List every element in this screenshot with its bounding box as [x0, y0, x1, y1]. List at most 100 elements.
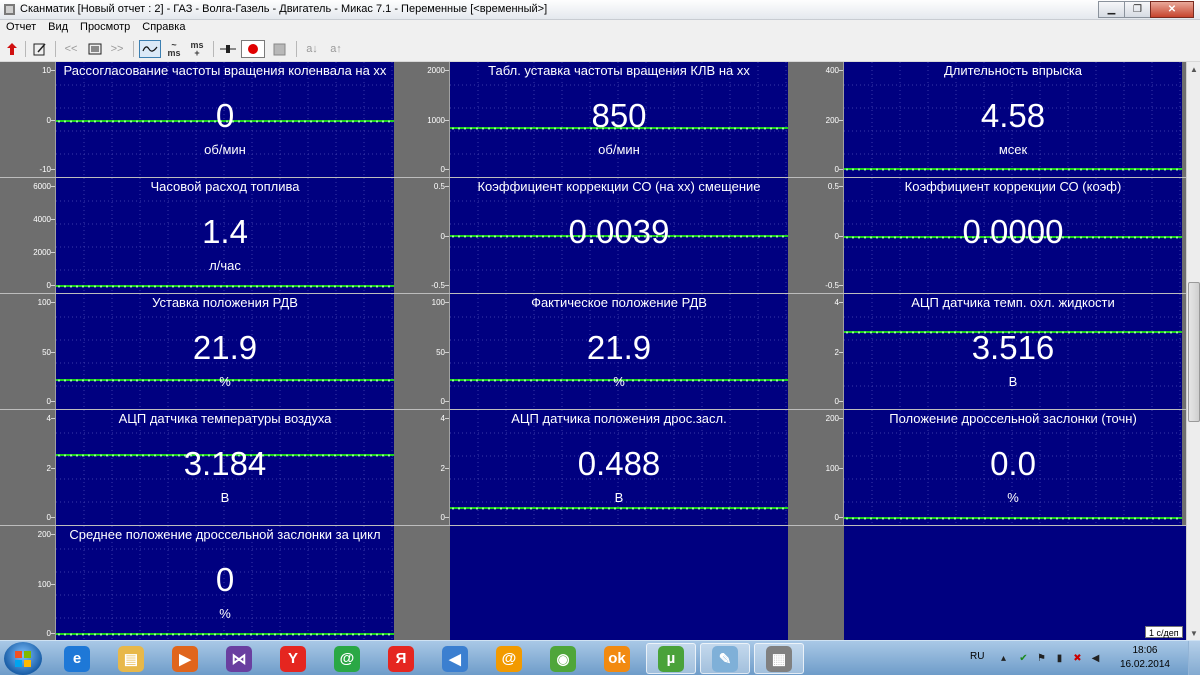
font-increase-button[interactable]: a↑ — [326, 40, 346, 58]
menu-report[interactable]: Отчет — [0, 20, 42, 36]
taskbar-app-button[interactable]: @ — [484, 643, 534, 674]
security-tray-icon[interactable]: ✔ — [1018, 653, 1029, 664]
parameter-panel[interactable]: 200 100 0 Среднее положение дроссельной зас… — [0, 526, 394, 641]
system-tray: RU ▴ ✔ ⚑ ▮ ✖ ◀ 18:06 16.02.2014 — [960, 641, 1200, 675]
edit-report-button[interactable] — [31, 40, 49, 58]
scroll-down-icon[interactable]: ▼ — [1187, 626, 1200, 640]
record-button[interactable] — [241, 40, 265, 58]
parameter-panel[interactable]: 0.5 0 -0.5 Коэффициент коррекции СО (коэф) 0… — [788, 178, 1182, 293]
last-page-button[interactable]: >> — [108, 40, 126, 58]
battery-tray-icon[interactable]: ▮ — [1054, 653, 1065, 664]
y-tick-label: 100 — [37, 579, 51, 589]
scroll-up-icon[interactable]: ▲ — [1187, 62, 1200, 76]
parameter-panel[interactable]: 2000 1000 0 Табл. уставка частоты вращения … — [394, 62, 788, 177]
parameter-value: 850 — [591, 97, 647, 134]
parameter-panel[interactable]: 100 50 0 Уставка положения РДВ 21.9% — [0, 294, 394, 409]
explorer-icon: ▤ — [118, 645, 144, 672]
parameter-unit: % — [1007, 490, 1019, 505]
parameter-title: АЦП датчика темп. охл. жидкости — [911, 295, 1115, 310]
scroll-thumb[interactable] — [1188, 282, 1200, 422]
close-button[interactable]: ✕ — [1150, 1, 1194, 18]
taskbar-app-button[interactable]: ◀ — [430, 643, 480, 674]
taskbar-app-button[interactable]: e — [52, 643, 102, 674]
save-snapshot-button[interactable] — [270, 40, 288, 58]
taskbar-app-button[interactable]: ▦ — [754, 643, 804, 674]
taskbar-app-button[interactable]: Я — [376, 643, 426, 674]
minimize-icon: ▁ — [1107, 4, 1116, 15]
network-tray-icon[interactable]: ✖ — [1072, 653, 1083, 664]
parameter-plot: Среднее положение дроссельной заслонки з… — [56, 526, 394, 641]
row-divider — [0, 525, 1186, 526]
y-axis: 400 200 0 — [788, 62, 844, 177]
maximize-button[interactable]: ❐ — [1124, 1, 1151, 18]
y-tick-label: 10 — [42, 66, 51, 75]
parameter-panel[interactable]: 400 200 0 Длительность впрыска 4.58 мсек — [788, 62, 1182, 177]
flag-tray-icon[interactable]: ⚑ — [1036, 653, 1047, 664]
parameter-panel[interactable]: 4 2 0 АЦП датчика температуры воздуха 3.184 В — [0, 410, 394, 525]
parameter-panel[interactable]: 4 2 0 АЦП датчика темп. охл. жидкости 3.516 В — [788, 294, 1182, 409]
y-axis: 6000 4000 2000 0 — [0, 178, 56, 293]
ms-plus-button[interactable]: ms + — [187, 40, 207, 58]
show-desktop-button[interactable] — [1188, 641, 1200, 675]
taskbar-app-button[interactable]: ok — [592, 643, 642, 674]
taskbar-app-button[interactable]: ◉ — [538, 643, 588, 674]
parameter-unit: % — [613, 374, 625, 389]
taskbar-app-button[interactable]: ✎ — [700, 643, 750, 674]
start-button[interactable] — [4, 642, 42, 675]
parameter-value: 1.4 — [202, 213, 248, 250]
connector-button[interactable] — [219, 40, 237, 58]
parameter-plot: Часовой расход топлива 1.4 л/час — [56, 178, 394, 293]
y-tick-label: 100 — [37, 298, 51, 307]
taskbar-app-button[interactable]: µ — [646, 643, 696, 674]
taskbar-app-button[interactable]: ⋈ — [214, 643, 264, 674]
parameter-title: Положение дроссельной заслонки (точн) — [889, 411, 1137, 426]
taskbar-app-button[interactable]: @ — [322, 643, 372, 674]
volume-tray-icon[interactable]: ◀ — [1090, 653, 1101, 664]
parameter-unit: об/мин — [204, 142, 246, 157]
first-page-button[interactable]: << — [62, 40, 80, 58]
parameter-panel[interactable]: 200 100 0 Положение дроссельной заслонки (т… — [788, 410, 1182, 525]
y-axis: 100 50 0 — [394, 294, 450, 409]
y-tick-label: 100 — [825, 463, 839, 473]
menu-view[interactable]: Вид — [42, 20, 74, 36]
yandex-icon: Я — [388, 645, 414, 672]
red-arrow-icon — [7, 43, 17, 55]
window-controls: ▁ ❐ ✕ — [1098, 1, 1194, 18]
parameter-panel[interactable]: 0.5 0 -0.5 Коэффициент коррекции СО (на хх)… — [394, 178, 788, 293]
ie-icon: e — [64, 645, 90, 672]
clock-time: 18:06 — [1132, 645, 1158, 656]
list-button[interactable] — [86, 40, 104, 58]
menu-help[interactable]: Справка — [136, 20, 191, 36]
y-tick-label: 6000 — [33, 182, 51, 191]
clock[interactable]: 18:06 16.02.2014 — [1120, 644, 1170, 672]
parameter-title: Часовой расход топлива — [150, 179, 300, 194]
parameter-title: Длительность впрыска — [943, 63, 1083, 78]
y-tick-label: 50 — [436, 347, 445, 357]
font-decrease-button[interactable]: a↓ — [302, 40, 322, 58]
taskbar-app-button[interactable]: ▶ — [160, 643, 210, 674]
parameter-panel[interactable]: 4 2 0 АЦП датчика положения дрос.засл. 0.488… — [394, 410, 788, 525]
language-indicator[interactable]: RU — [970, 651, 984, 662]
tray-expand-icon[interactable]: ▴ — [998, 653, 1009, 664]
ms-minus-button[interactable]: ~ ms — [164, 40, 184, 58]
y-tick-label: -10 — [39, 165, 51, 174]
parameter-title: АЦП датчика температуры воздуха — [118, 411, 332, 426]
parameter-panel[interactable]: 6000 4000 2000 0 Часовой расход топлива 1.4 л/… — [0, 178, 394, 293]
y-tick-label: 0.5 — [827, 182, 839, 191]
close-icon: ✕ — [1167, 4, 1177, 15]
back-arrow-button[interactable] — [4, 40, 20, 58]
waveform-button[interactable] — [139, 40, 161, 58]
parameter-value: 0.488 — [577, 445, 661, 482]
taskbar-app-button[interactable]: ▤ — [106, 643, 156, 674]
parameter-value: 0 — [215, 97, 235, 134]
menu-browse[interactable]: Просмотр — [74, 20, 136, 36]
vertical-scrollbar[interactable]: ▲ ▼ — [1186, 62, 1200, 640]
utorrent-icon: µ — [658, 645, 684, 672]
taskbar-app-button[interactable]: Y — [268, 643, 318, 674]
list-icon — [88, 43, 102, 55]
volume-app-icon: ◀ — [442, 645, 468, 672]
scanmatic-icon — [4, 4, 15, 15]
parameter-panel[interactable]: 10 0 -10 Рассогласование частоты вращения к… — [0, 62, 394, 177]
minimize-button[interactable]: ▁ — [1098, 1, 1125, 18]
parameter-panel[interactable]: 100 50 0 Фактическое положение РДВ 21.9% — [394, 294, 788, 409]
